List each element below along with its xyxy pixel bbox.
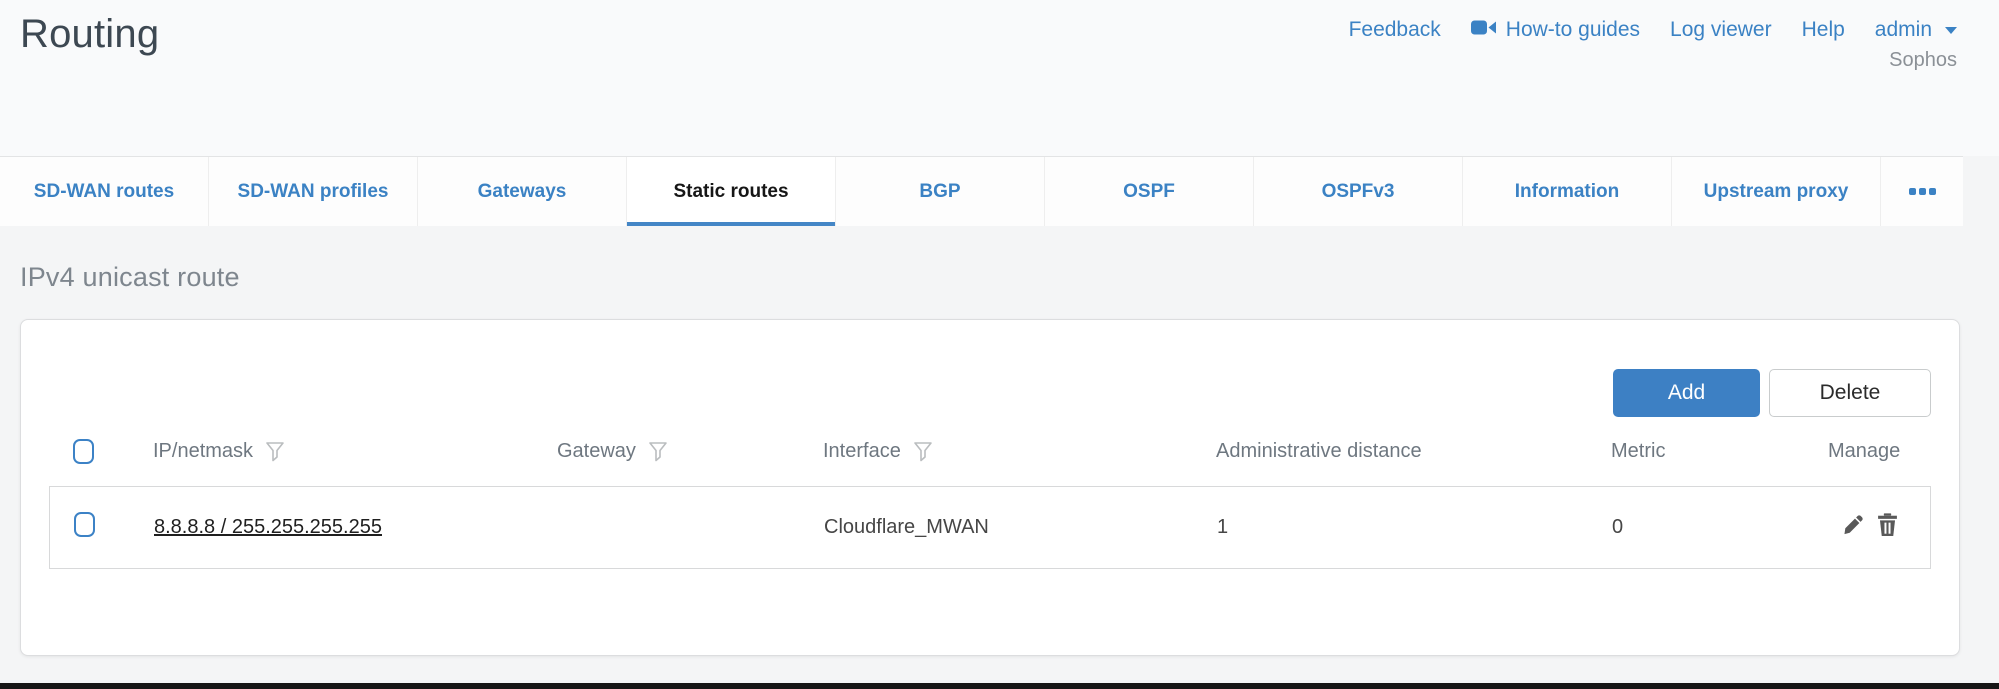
tab-sd-wan-profiles[interactable]: SD-WAN profiles: [208, 157, 417, 226]
column-header-manage: Manage: [1780, 440, 1931, 463]
tab-gateways[interactable]: Gateways: [417, 157, 626, 226]
tab-label: OSPF: [1123, 181, 1175, 203]
ellipsis-icon: [1909, 188, 1916, 195]
add-button[interactable]: Add: [1613, 369, 1760, 417]
user-name-label: admin: [1875, 18, 1932, 42]
routing-tabbar: SD-WAN routes SD-WAN profiles Gateways S…: [0, 156, 1963, 226]
tab-information[interactable]: Information: [1462, 157, 1671, 226]
row-interface-cell: Cloudflare_MWAN: [824, 516, 1217, 539]
column-label: Manage: [1828, 440, 1900, 463]
column-label: Gateway: [557, 440, 636, 463]
column-header-metric: Metric: [1611, 440, 1780, 463]
user-menu[interactable]: admin: [1875, 18, 1957, 42]
column-header-interface: Interface: [823, 440, 1216, 463]
column-label: IP/netmask: [153, 440, 253, 463]
tab-label: SD-WAN routes: [34, 181, 174, 203]
video-camera-icon: [1471, 18, 1497, 42]
caret-down-icon: [1945, 27, 1957, 34]
route-link[interactable]: 8.8.8.8 / 255.255.255.255: [154, 516, 382, 538]
tab-sd-wan-routes[interactable]: SD-WAN routes: [0, 157, 208, 226]
funnel-icon[interactable]: [649, 442, 667, 462]
feedback-label: Feedback: [1349, 18, 1441, 42]
row-administrative-distance-cell: 1: [1217, 516, 1612, 539]
tab-ospf[interactable]: OSPF: [1044, 157, 1253, 226]
row-manage-cell: [1781, 513, 1930, 542]
funnel-icon[interactable]: [266, 442, 284, 462]
brand-label: Sophos: [1889, 49, 1957, 72]
column-label: Administrative distance: [1216, 440, 1422, 463]
tab-label: Upstream proxy: [1704, 181, 1849, 203]
delete-route-button[interactable]: [1877, 513, 1898, 542]
routing-page: Routing Feedback How-to guides Log viewe…: [0, 0, 1999, 689]
funnel-icon[interactable]: [914, 442, 932, 462]
tab-label: SD-WAN profiles: [238, 181, 389, 203]
tab-label: BGP: [919, 181, 960, 203]
section-title: IPv4 unicast route: [20, 262, 1960, 293]
trash-icon: [1877, 513, 1898, 542]
pencil-icon: [1843, 514, 1864, 541]
column-header-administrative-distance: Administrative distance: [1216, 440, 1611, 463]
tabs-more-button[interactable]: [1880, 157, 1963, 226]
select-all-checkbox[interactable]: [73, 439, 94, 464]
howto-guides-label: How-to guides: [1506, 18, 1640, 42]
tab-label: OSPFv3: [1322, 181, 1395, 203]
howto-guides-link[interactable]: How-to guides: [1471, 18, 1640, 42]
static-routes-card: Add Delete IP/netmask Gateway: [20, 319, 1960, 656]
feedback-link[interactable]: Feedback: [1349, 18, 1441, 42]
tab-label: Information: [1515, 181, 1620, 203]
bottom-edge-bar: [0, 683, 1999, 689]
tab-static-routes[interactable]: Static routes: [626, 157, 835, 226]
help-label: Help: [1802, 18, 1845, 42]
column-label: Interface: [823, 440, 901, 463]
row-metric-cell: 0: [1612, 516, 1781, 539]
column-label: Metric: [1611, 440, 1665, 463]
tab-label: Static routes: [673, 181, 788, 203]
log-viewer-link[interactable]: Log viewer: [1670, 18, 1772, 42]
tab-label: Gateways: [478, 181, 567, 203]
log-viewer-label: Log viewer: [1670, 18, 1772, 42]
delete-button[interactable]: Delete: [1769, 369, 1931, 417]
tab-ospfv3[interactable]: OSPFv3: [1253, 157, 1462, 226]
column-header-ip-netmask: IP/netmask: [153, 440, 557, 463]
column-header-gateway: Gateway: [557, 440, 823, 463]
table-toolbar: Add Delete: [49, 320, 1931, 417]
row-checkbox[interactable]: [74, 512, 95, 537]
help-link[interactable]: Help: [1802, 18, 1845, 42]
tab-upstream-proxy[interactable]: Upstream proxy: [1671, 157, 1880, 226]
edit-route-button[interactable]: [1843, 514, 1864, 541]
page-title: Routing: [20, 12, 159, 57]
table-header-row: IP/netmask Gateway Interface: [49, 417, 1931, 486]
top-nav: Feedback How-to guides Log viewer Help a…: [1349, 10, 1957, 72]
tab-bgp[interactable]: BGP: [835, 157, 1044, 226]
main-content: IPv4 unicast route Add Delete IP/netmask…: [0, 226, 1999, 689]
table-row: 8.8.8.8 / 255.255.255.255 Cloudflare_MWA…: [49, 486, 1931, 569]
top-header: Routing Feedback How-to guides Log viewe…: [0, 0, 1999, 156]
